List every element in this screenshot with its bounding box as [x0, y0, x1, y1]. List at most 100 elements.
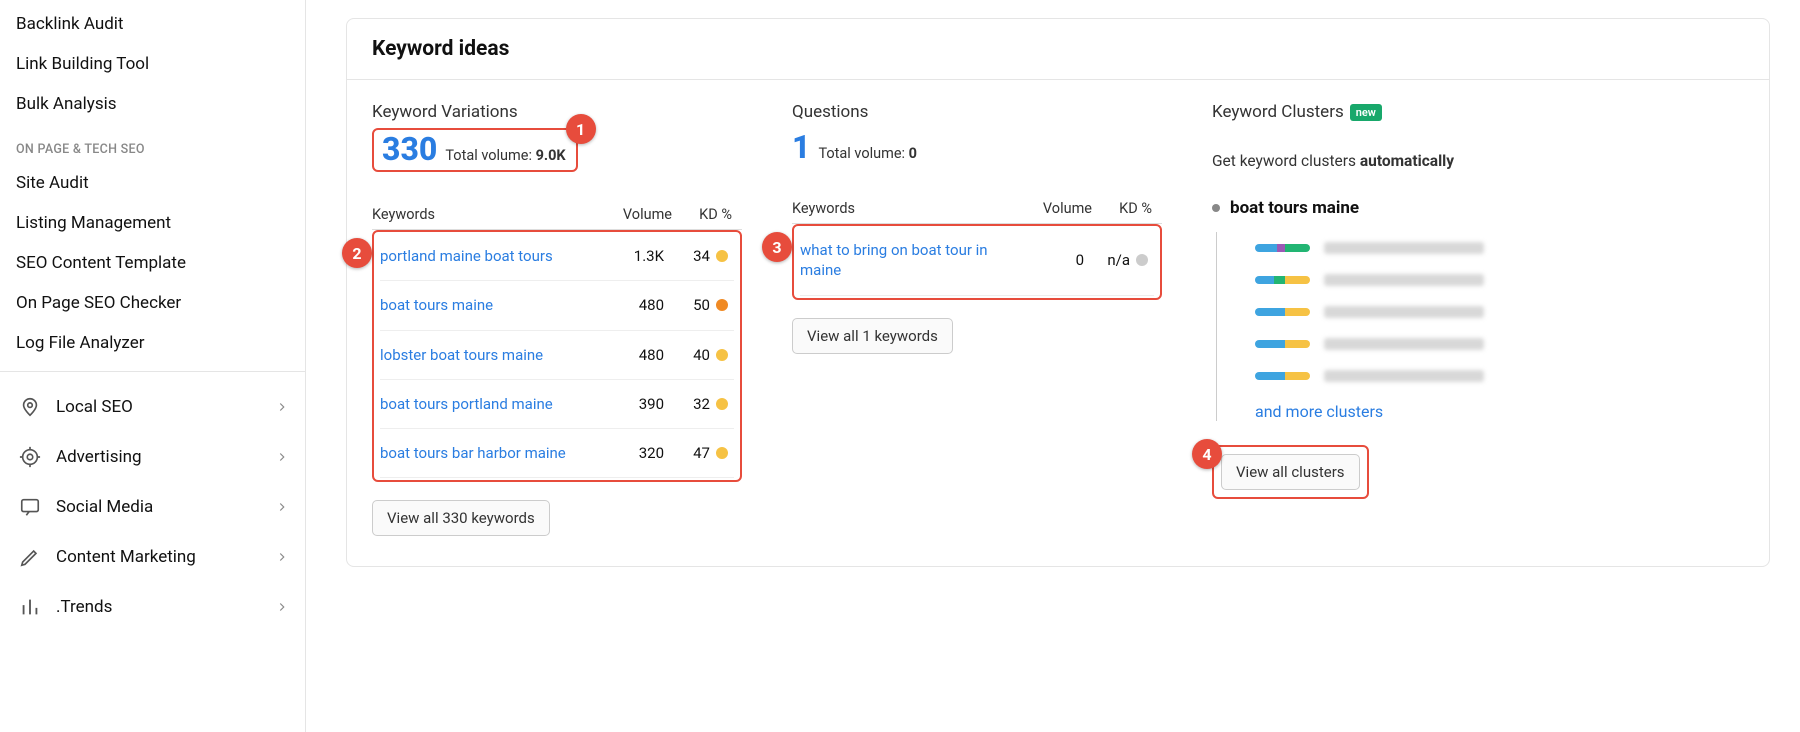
- sidebar-category-label: Advertising: [56, 447, 275, 467]
- badge-3: 3: [762, 232, 792, 262]
- tree-root-label[interactable]: boat tours maine: [1230, 198, 1359, 218]
- tree-root-dot: [1212, 204, 1220, 212]
- main: Keyword ideas Keyword Variations 1 330 T…: [306, 0, 1800, 732]
- keyword-link[interactable]: what to bring on boat tour in maine: [800, 240, 1004, 281]
- variations-table: Keywords Volume KD % 2 portland maine bo…: [372, 200, 742, 482]
- cluster-blurred-label: [1324, 242, 1484, 254]
- clusters-title: Keyword Clustersnew: [1212, 102, 1744, 122]
- clusters-column: Keyword Clustersnew Get keyword clusters…: [1212, 102, 1744, 536]
- sidebar-category-label: Social Media: [56, 497, 275, 517]
- cluster-bar-icon: [1255, 244, 1310, 252]
- sidebar-category-label: Local SEO: [56, 397, 275, 417]
- col-volume: Volume: [1012, 200, 1092, 217]
- chat-icon: [16, 496, 44, 518]
- questions-count[interactable]: 1: [792, 128, 810, 166]
- cluster-item[interactable]: [1255, 328, 1744, 360]
- sidebar-category-item[interactable]: Social Media: [0, 482, 305, 532]
- sidebar-category-item[interactable]: Local SEO: [0, 382, 305, 432]
- badge-4: 4: [1192, 439, 1222, 469]
- variations-stat-highlight: 330 Total volume: 9.0K: [372, 128, 578, 172]
- new-badge: new: [1350, 104, 1382, 121]
- view-all-clusters-button[interactable]: View all clusters: [1221, 454, 1360, 490]
- more-clusters-link[interactable]: and more clusters: [1255, 392, 1744, 421]
- cluster-item[interactable]: [1255, 232, 1744, 264]
- table-row: boat tours bar harbor maine32047: [380, 429, 734, 478]
- cluster-tree: boat tours maine and more clusters: [1212, 198, 1744, 421]
- cluster-blurred-label: [1324, 338, 1484, 350]
- volume-value: 1.3K: [584, 247, 664, 265]
- table-row: what to bring on boat tour in maine0n/a: [800, 226, 1154, 296]
- cluster-item[interactable]: [1255, 360, 1744, 392]
- pin-icon: [16, 396, 44, 418]
- variations-title: Keyword Variations: [372, 102, 742, 122]
- questions-table: Keywords Volume KD % 3 what to bring on …: [792, 194, 1162, 300]
- sidebar-section-label: ON PAGE & TECH SEO: [16, 124, 289, 163]
- cluster-blurred-label: [1324, 306, 1484, 318]
- badge-2: 2: [342, 238, 372, 268]
- cluster-blurred-label: [1324, 370, 1484, 382]
- kd-dot-icon: [1136, 254, 1148, 266]
- pencil-icon: [16, 546, 44, 568]
- volume-value: 480: [584, 296, 664, 314]
- sidebar-category-label: Content Marketing: [56, 547, 275, 567]
- sidebar-item[interactable]: Link Building Tool: [16, 44, 289, 84]
- kd-dot-icon: [716, 398, 728, 410]
- chevron-right-icon: [275, 400, 289, 414]
- sidebar-item[interactable]: Listing Management: [16, 203, 289, 243]
- col-volume: Volume: [592, 206, 672, 223]
- kd-value: 32: [664, 395, 734, 413]
- col-keywords: Keywords: [792, 200, 1012, 217]
- questions-column: Questions 1 Total volume: 0 Keywords Vol…: [792, 102, 1162, 536]
- keyword-variations-column: Keyword Variations 1 330 Total volume: 9…: [372, 102, 742, 536]
- sidebar-category-item[interactable]: .Trends: [0, 582, 305, 632]
- target-icon: [16, 446, 44, 468]
- clusters-subtitle: Get keyword clusters automatically: [1212, 152, 1744, 170]
- kd-value: 50: [664, 296, 734, 314]
- keyword-link[interactable]: boat tours bar harbor maine: [380, 443, 584, 463]
- chevron-right-icon: [275, 550, 289, 564]
- kd-value: 40: [664, 346, 734, 364]
- kd-value: 47: [664, 444, 734, 462]
- volume-value: 480: [584, 346, 664, 364]
- cluster-bar-icon: [1255, 340, 1310, 348]
- chevron-right-icon: [275, 500, 289, 514]
- card-title: Keyword ideas: [347, 19, 1769, 80]
- sidebar-category-item[interactable]: Advertising: [0, 432, 305, 482]
- table-row: portland maine boat tours1.3K34: [380, 232, 734, 281]
- volume-value: 320: [584, 444, 664, 462]
- variations-count[interactable]: 330: [382, 130, 437, 168]
- keyword-link[interactable]: boat tours portland maine: [380, 394, 584, 414]
- col-kd: KD %: [672, 206, 742, 223]
- chevron-right-icon: [275, 600, 289, 614]
- sidebar-category-label: .Trends: [56, 597, 275, 617]
- table-row: boat tours maine48050: [380, 281, 734, 330]
- view-all-questions-button[interactable]: View all 1 keywords: [792, 318, 953, 354]
- table-row: boat tours portland maine39032: [380, 380, 734, 429]
- questions-title: Questions: [792, 102, 1162, 122]
- variations-rows-highlight: portland maine boat tours1.3K34boat tour…: [372, 230, 742, 482]
- kd-dot-icon: [716, 299, 728, 311]
- sidebar-item[interactable]: Site Audit: [16, 163, 289, 203]
- sidebar: Backlink AuditLink Building ToolBulk Ana…: [0, 0, 306, 732]
- keyword-link[interactable]: lobster boat tours maine: [380, 345, 584, 365]
- cluster-item[interactable]: [1255, 264, 1744, 296]
- cluster-bar-icon: [1255, 372, 1310, 380]
- sidebar-item[interactable]: Backlink Audit: [16, 4, 289, 44]
- sidebar-item[interactable]: Log File Analyzer: [16, 323, 289, 363]
- cluster-bar-icon: [1255, 276, 1310, 284]
- sidebar-item[interactable]: SEO Content Template: [16, 243, 289, 283]
- sidebar-item[interactable]: Bulk Analysis: [16, 84, 289, 124]
- clusters-button-highlight: View all clusters: [1212, 445, 1369, 499]
- sidebar-category-item[interactable]: Content Marketing: [0, 532, 305, 582]
- badge-1: 1: [566, 114, 596, 144]
- col-keywords: Keywords: [372, 206, 592, 223]
- kd-dot-icon: [716, 447, 728, 459]
- sidebar-item[interactable]: On Page SEO Checker: [16, 283, 289, 323]
- volume-value: 0: [1004, 251, 1084, 269]
- view-all-variations-button[interactable]: View all 330 keywords: [372, 500, 550, 536]
- keyword-link[interactable]: portland maine boat tours: [380, 246, 584, 266]
- kd-value: n/a: [1084, 251, 1154, 269]
- questions-rows-highlight: what to bring on boat tour in maine0n/a: [792, 224, 1162, 300]
- keyword-link[interactable]: boat tours maine: [380, 295, 584, 315]
- cluster-item[interactable]: [1255, 296, 1744, 328]
